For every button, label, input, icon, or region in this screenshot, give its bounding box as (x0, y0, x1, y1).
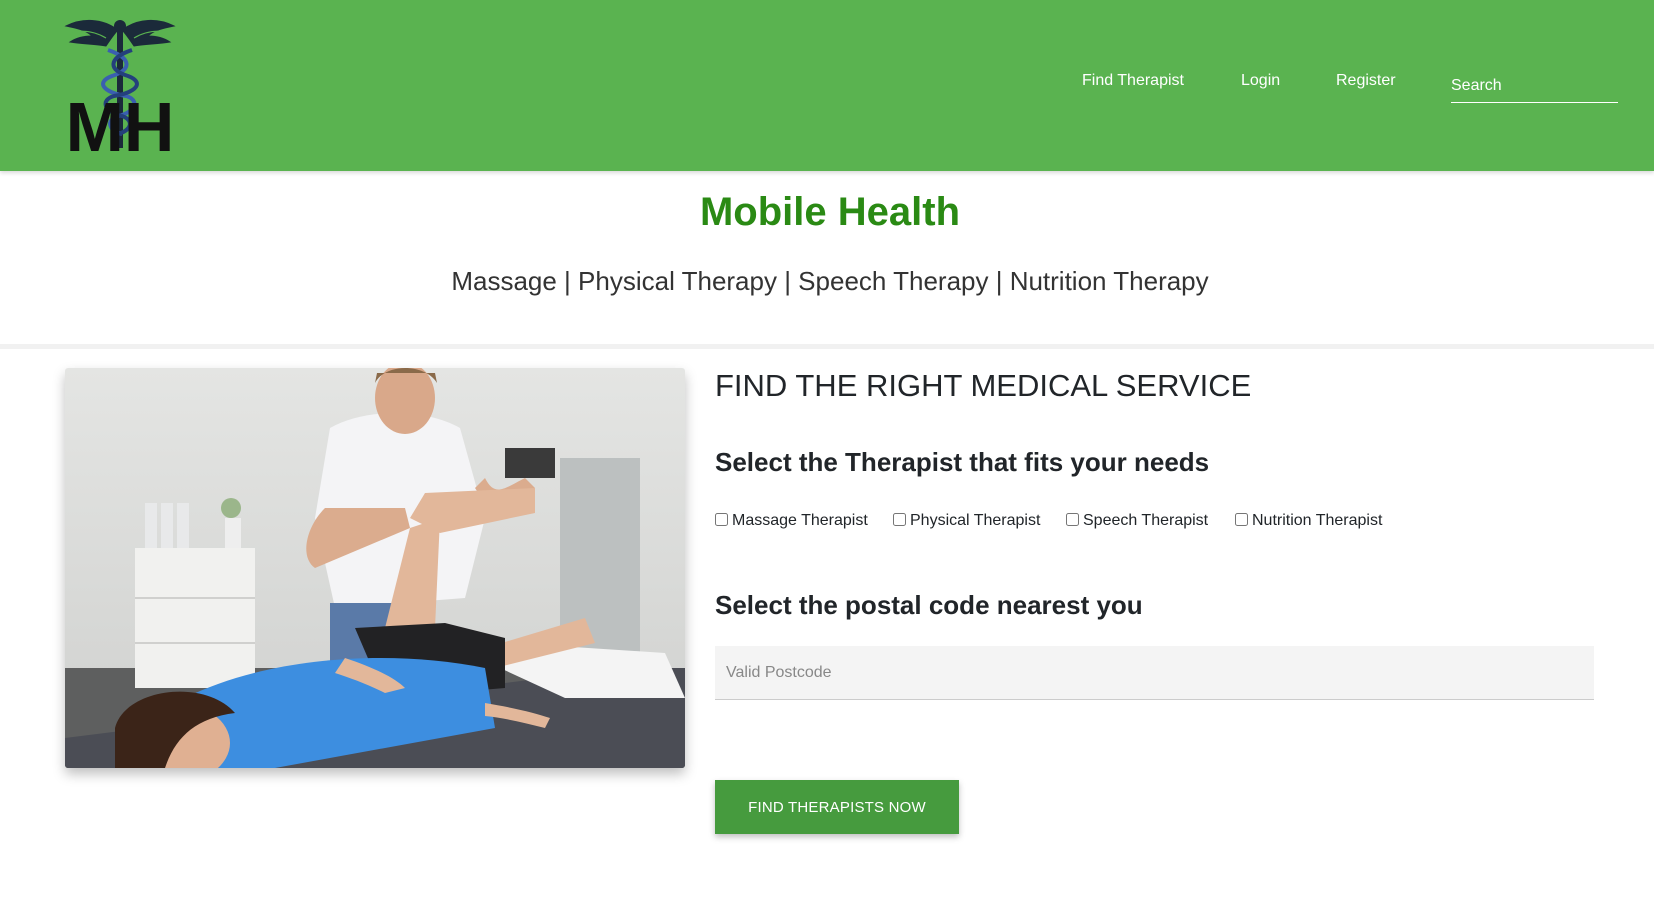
caduceus-icon: MH (64, 20, 176, 166)
navbar: MH Find Therapist Login Register (0, 0, 1654, 171)
massage-therapist-checkbox[interactable] (715, 513, 728, 526)
nav-login[interactable]: Login (1241, 72, 1280, 90)
therapist-prompt: Select the Therapist that fits your need… (715, 447, 1210, 477)
hero-image (65, 368, 685, 768)
checkbox-massage-therapist[interactable]: Massage Therapist (715, 512, 868, 530)
postal-prompt: Select the postal code nearest you (715, 590, 1143, 620)
search-input[interactable] (1451, 70, 1618, 103)
svg-text:MH: MH (66, 88, 175, 154)
checkbox-nutrition-therapist[interactable]: Nutrition Therapist (1235, 512, 1382, 530)
checkbox-label: Physical Therapist (910, 512, 1041, 529)
checkbox-label: Massage Therapist (732, 512, 868, 529)
nav-find-therapist[interactable]: Find Therapist (1082, 72, 1184, 90)
services-tagline: Massage | Physical Therapy | Speech Ther… (451, 266, 1209, 296)
checkbox-physical-therapist[interactable]: Physical Therapist (893, 512, 1040, 530)
section-heading: FIND THE RIGHT MEDICAL SERVICE (715, 368, 1252, 403)
checkbox-label: Speech Therapist (1083, 512, 1209, 529)
checkbox-label: Nutrition Therapist (1252, 512, 1383, 529)
checkbox-speech-therapist[interactable]: Speech Therapist (1066, 512, 1208, 530)
brand-title: Mobile Health (699, 190, 961, 234)
logo[interactable]: MH (62, 16, 178, 166)
postcode-input[interactable] (715, 646, 1594, 700)
nav-register[interactable]: Register (1336, 72, 1396, 90)
speech-therapist-checkbox[interactable] (1066, 513, 1079, 526)
find-therapists-button[interactable]: FIND THERAPISTS NOW (715, 780, 959, 834)
physical-therapist-checkbox[interactable] (893, 513, 906, 526)
physiotherapy-photo (65, 368, 685, 768)
nutrition-therapist-checkbox[interactable] (1235, 513, 1248, 526)
section-divider (0, 344, 1654, 349)
